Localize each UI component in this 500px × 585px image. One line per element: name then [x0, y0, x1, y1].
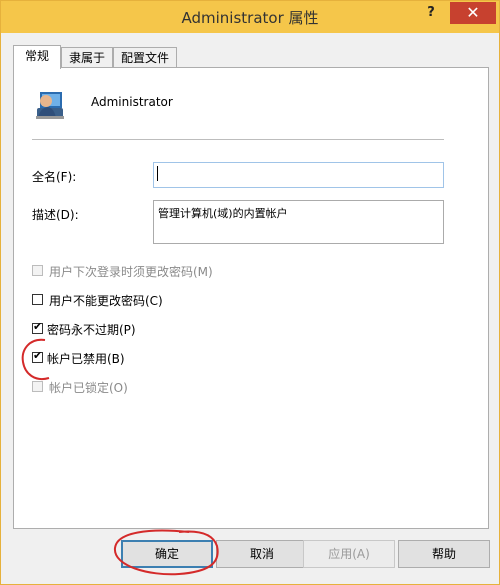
account-disabled-label: 帐户已禁用(B) — [47, 352, 125, 366]
password-never-expires-checkbox[interactable]: ✔ — [32, 320, 43, 334]
account-locked-checkbox[interactable] — [32, 381, 43, 392]
properties-dialog: Administrator 属性 ? ✕ 常规 隶属于 配置文件 Adminis… — [0, 0, 500, 585]
password-never-expires-label: 密码永不过期(P) — [47, 323, 136, 337]
ok-button[interactable]: 确定 — [121, 540, 213, 568]
must-change-password-label: 用户下次登录时须更改密码(M) — [49, 265, 213, 279]
cancel-button[interactable]: 取消 — [216, 540, 308, 568]
fullname-input[interactable] — [153, 162, 444, 188]
description-value: 管理计算机(域)的内置帐户 — [158, 207, 288, 220]
close-button[interactable]: ✕ — [450, 2, 496, 24]
divider — [32, 139, 444, 140]
fullname-label: 全名(F): — [32, 170, 77, 184]
tab-profile[interactable]: 配置文件 — [113, 47, 177, 68]
text-caret — [157, 166, 158, 181]
account-locked-label: 帐户已锁定(O) — [49, 381, 128, 395]
tab-general[interactable]: 常规 — [13, 45, 61, 69]
account-disabled-checkbox[interactable]: ✔ — [32, 349, 43, 363]
help-button[interactable]: 帮助 — [398, 540, 490, 568]
cannot-change-password-checkbox[interactable] — [32, 294, 43, 305]
cannot-change-password-label: 用户不能更改密码(C) — [49, 294, 163, 308]
tab-member-of[interactable]: 隶属于 — [61, 47, 113, 68]
description-label: 描述(D): — [32, 208, 79, 222]
description-input[interactable]: 管理计算机(域)的内置帐户 — [153, 200, 444, 244]
help-icon[interactable]: ? — [421, 5, 441, 25]
title-bar[interactable]: Administrator 属性 ? ✕ — [1, 1, 499, 33]
apply-button[interactable]: 应用(A) — [303, 540, 395, 568]
user-account-icon — [36, 92, 64, 119]
checkmark-icon: ✔ — [33, 349, 43, 362]
general-tab-panel: Administrator 全名(F): 描述(D): 管理计算机(域)的内置帐… — [13, 67, 489, 529]
account-name: Administrator — [91, 95, 173, 109]
checkmark-icon: ✔ — [33, 320, 43, 333]
must-change-password-checkbox[interactable] — [32, 265, 43, 276]
